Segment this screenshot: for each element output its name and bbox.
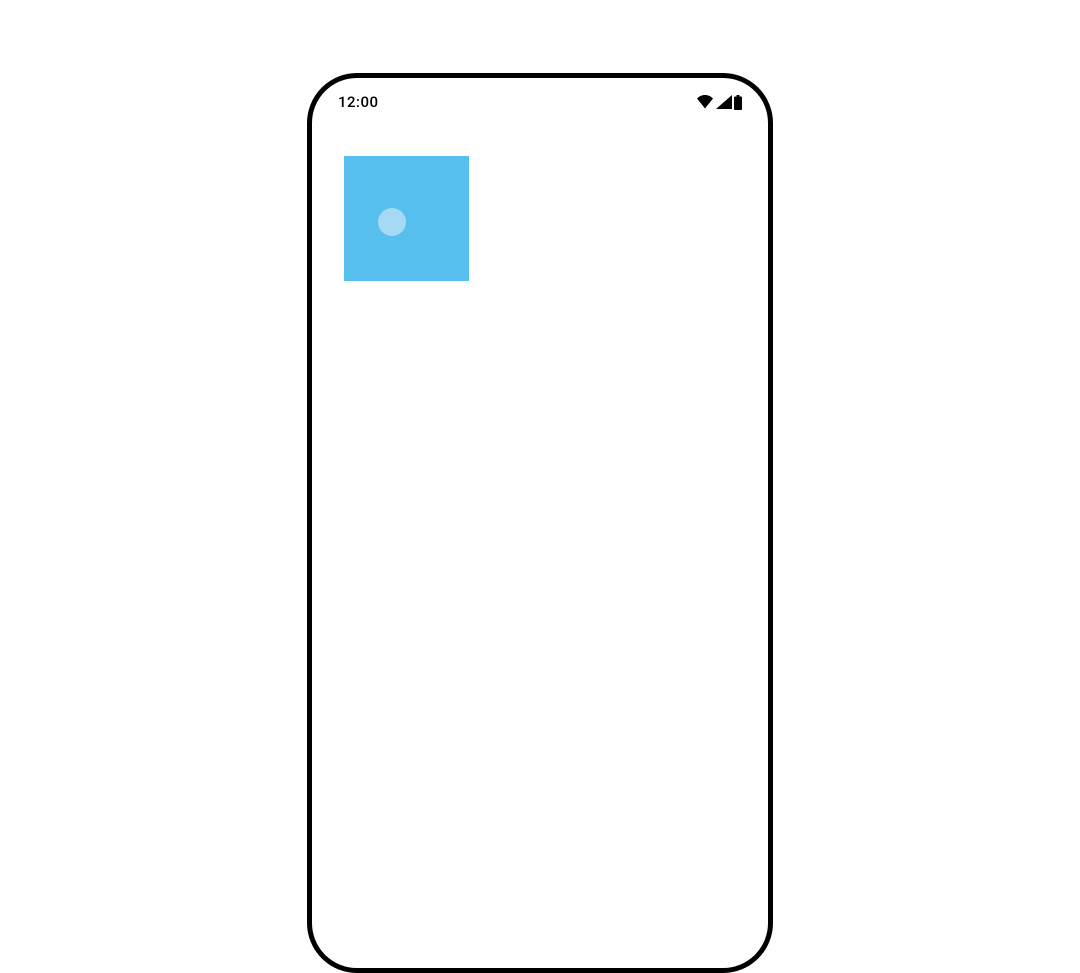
status-time: 12:00 xyxy=(338,93,379,111)
battery-icon xyxy=(734,95,742,110)
status-bar: 12:00 xyxy=(312,78,768,118)
app-content-area[interactable] xyxy=(312,118,768,968)
phone-device-frame: 12:00 xyxy=(307,73,773,973)
cellular-signal-icon xyxy=(716,95,732,109)
draggable-blue-square[interactable] xyxy=(344,156,469,281)
wifi-icon xyxy=(696,95,714,109)
touch-indicator-dot xyxy=(378,208,406,236)
status-icons-group xyxy=(696,95,742,110)
